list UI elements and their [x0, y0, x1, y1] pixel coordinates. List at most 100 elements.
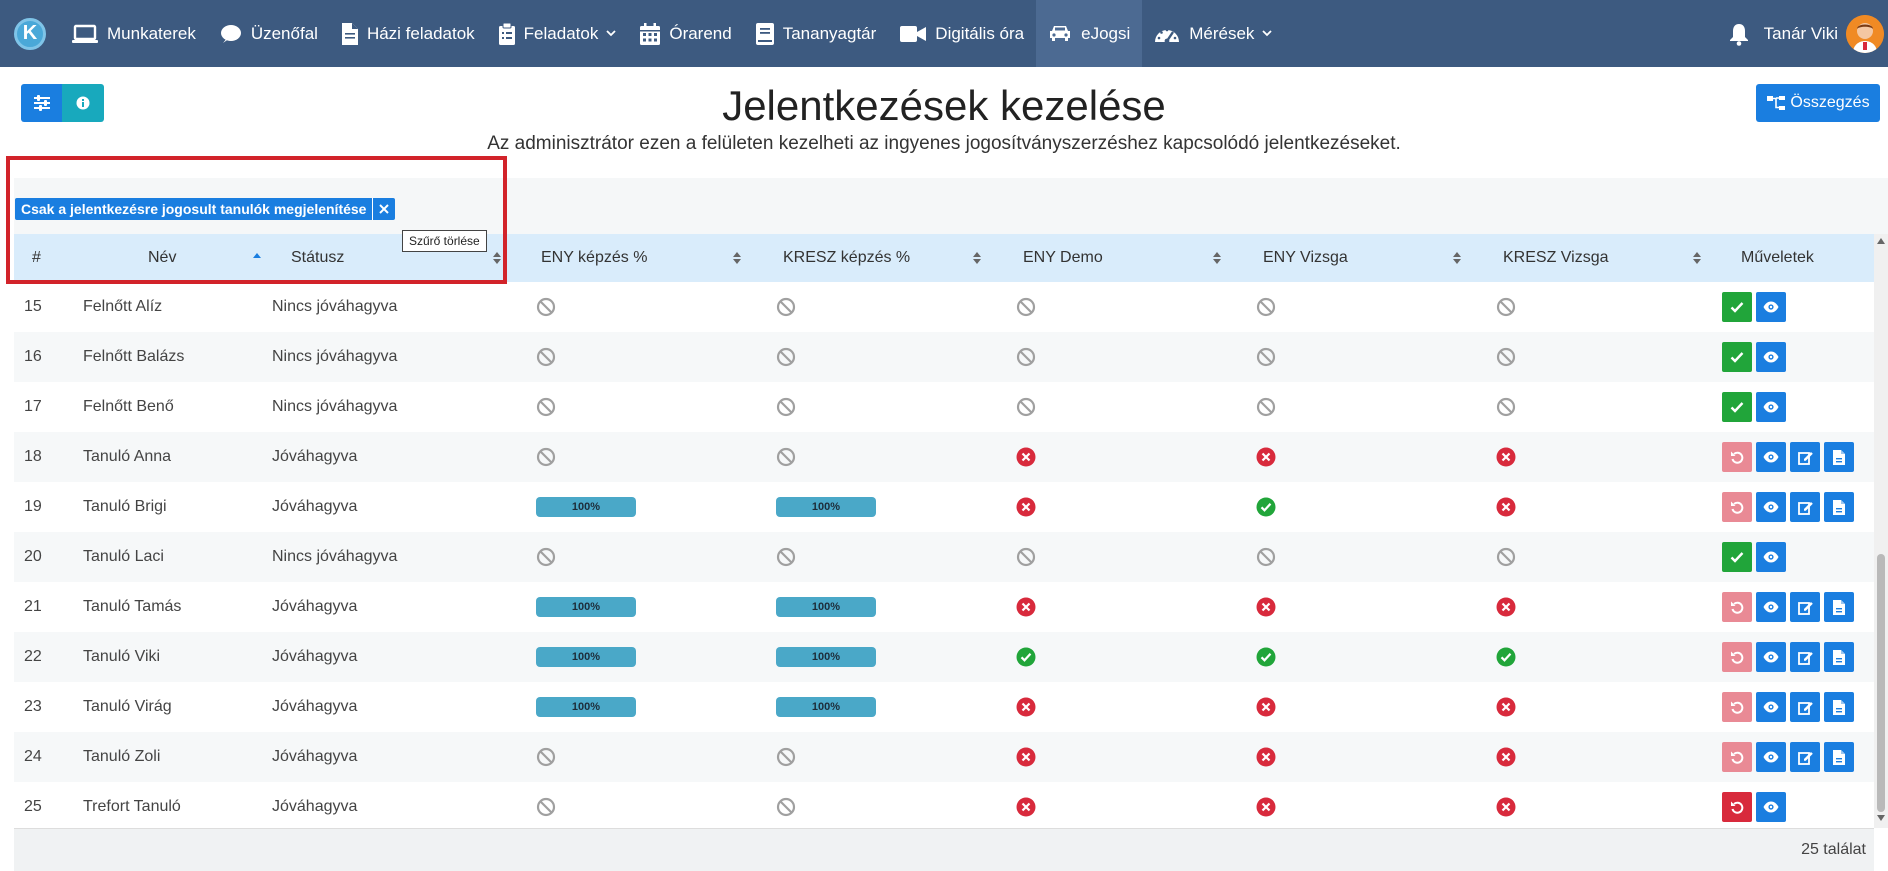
kresz-progress-cell — [752, 747, 992, 767]
edit-icon — [1797, 601, 1813, 615]
page-subtitle: Az adminisztrátor ezen a felületen kezel… — [487, 133, 1401, 154]
revoke-button[interactable] — [1722, 592, 1752, 622]
eny-exam-cell — [1232, 497, 1472, 517]
document-button[interactable] — [1824, 642, 1854, 672]
nav-item-házi-feladatok[interactable]: Házi feladatok — [330, 0, 487, 67]
view-button[interactable] — [1756, 492, 1786, 522]
edit-button[interactable] — [1790, 742, 1820, 772]
nav-item-feladatok[interactable]: Feladatok — [487, 0, 629, 67]
document-icon — [1833, 599, 1845, 615]
user-name[interactable]: Tanár Viki — [1764, 24, 1838, 44]
document-button[interactable] — [1824, 742, 1854, 772]
view-button[interactable] — [1756, 592, 1786, 622]
not-available-icon — [1496, 347, 1516, 367]
revoke-button[interactable] — [1722, 442, 1752, 472]
row-number: 24 — [24, 748, 42, 765]
nav-item-üzenőfal[interactable]: Üzenőfal — [208, 0, 330, 67]
eny-exam-cell — [1232, 397, 1472, 417]
view-button[interactable] — [1756, 792, 1786, 822]
nav-item-munkaterek[interactable]: Munkaterek — [60, 0, 208, 67]
revoke-button[interactable] — [1722, 792, 1752, 822]
nav-item-órarend[interactable]: Órarend — [628, 0, 743, 67]
nav-item-mérések[interactable]: Mérések — [1142, 0, 1284, 67]
document-button[interactable] — [1824, 442, 1854, 472]
view-button[interactable] — [1756, 292, 1786, 322]
kresz-progress-cell — [752, 797, 992, 817]
not-available-icon — [1256, 547, 1276, 567]
kresz-exam-cell — [1472, 697, 1712, 717]
eny-demo-cell — [992, 547, 1232, 567]
row-number: 20 — [24, 548, 42, 565]
kresz-progress-cell — [752, 297, 992, 317]
chevron-down-icon — [1262, 30, 1273, 37]
passed-check-icon — [1256, 497, 1276, 517]
revoke-button[interactable] — [1722, 742, 1752, 772]
revoke-button[interactable] — [1722, 692, 1752, 722]
revoke-button[interactable] — [1722, 492, 1752, 522]
row-number: 22 — [24, 648, 42, 665]
failed-x-icon — [1016, 697, 1036, 717]
scroll-up-arrow[interactable] — [1877, 238, 1885, 244]
view-button[interactable] — [1756, 392, 1786, 422]
view-button[interactable] — [1756, 742, 1786, 772]
eny-exam-cell — [1232, 697, 1472, 717]
failed-x-icon — [1016, 597, 1036, 617]
eny-demo-cell — [992, 397, 1232, 417]
edit-button[interactable] — [1790, 442, 1820, 472]
undo-icon — [1731, 751, 1744, 764]
edit-button[interactable] — [1790, 692, 1820, 722]
column-header-5[interactable]: ENY Demo — [992, 234, 1232, 282]
column-header-4[interactable]: KRESZ képzés % — [752, 234, 992, 282]
table-row: 25 Trefort Tanuló Jóváhagyva — [14, 782, 1874, 832]
column-header-6[interactable]: ENY Vizsga — [1232, 234, 1472, 282]
failed-x-icon — [1496, 447, 1516, 467]
eny-progress-cell — [512, 397, 752, 417]
view-button[interactable] — [1756, 642, 1786, 672]
document-button[interactable] — [1824, 492, 1854, 522]
video-icon — [900, 25, 927, 42]
edit-button[interactable] — [1790, 492, 1820, 522]
scrollbar-thumb[interactable] — [1877, 554, 1885, 812]
student-name: Tanuló Viki — [83, 648, 161, 665]
view-button[interactable] — [1756, 542, 1786, 572]
chevron-down-icon — [606, 30, 616, 37]
view-button[interactable] — [1756, 442, 1786, 472]
status-text: Jóváhagyva — [272, 798, 358, 815]
column-header-7[interactable]: KRESZ Vizsga — [1472, 234, 1712, 282]
bell-icon[interactable] — [1728, 22, 1750, 46]
laptop-icon — [72, 24, 98, 43]
sort-icon — [1453, 252, 1461, 264]
row-actions — [1712, 742, 1874, 772]
highlight-box — [6, 156, 507, 284]
nav-item-tananyagtár[interactable]: Tananyagtár — [744, 0, 889, 67]
row-actions — [1712, 692, 1874, 722]
edit-button[interactable] — [1790, 642, 1820, 672]
brand-logo[interactable]: K — [14, 17, 46, 50]
approve-button[interactable] — [1722, 392, 1752, 422]
summary-button[interactable]: Összegzés — [1756, 84, 1880, 122]
failed-x-icon — [1496, 797, 1516, 817]
eny-exam-cell — [1232, 747, 1472, 767]
column-header-3[interactable]: ENY képzés % — [512, 234, 752, 282]
scroll-down-arrow[interactable] — [1877, 815, 1885, 821]
table-row: 18 Tanuló Anna Jóváhagyva — [14, 432, 1874, 482]
passed-check-icon — [1016, 647, 1036, 667]
approve-button[interactable] — [1722, 542, 1752, 572]
not-available-icon — [776, 447, 796, 467]
nav-item-digitális-óra[interactable]: Digitális óra — [888, 0, 1036, 67]
edit-button[interactable] — [1790, 592, 1820, 622]
approve-button[interactable] — [1722, 342, 1752, 372]
view-button[interactable] — [1756, 342, 1786, 372]
undo-icon — [1731, 501, 1744, 514]
revoke-button[interactable] — [1722, 642, 1752, 672]
failed-x-icon — [1256, 797, 1276, 817]
nav-item-ejogsi[interactable]: eJogsi — [1036, 0, 1143, 67]
eny-demo-cell — [992, 297, 1232, 317]
document-button[interactable] — [1824, 592, 1854, 622]
approve-button[interactable] — [1722, 292, 1752, 322]
eye-icon — [1763, 801, 1779, 813]
user-avatar[interactable] — [1846, 14, 1884, 53]
document-button[interactable] — [1824, 692, 1854, 722]
view-button[interactable] — [1756, 692, 1786, 722]
eny-demo-cell — [992, 447, 1232, 467]
